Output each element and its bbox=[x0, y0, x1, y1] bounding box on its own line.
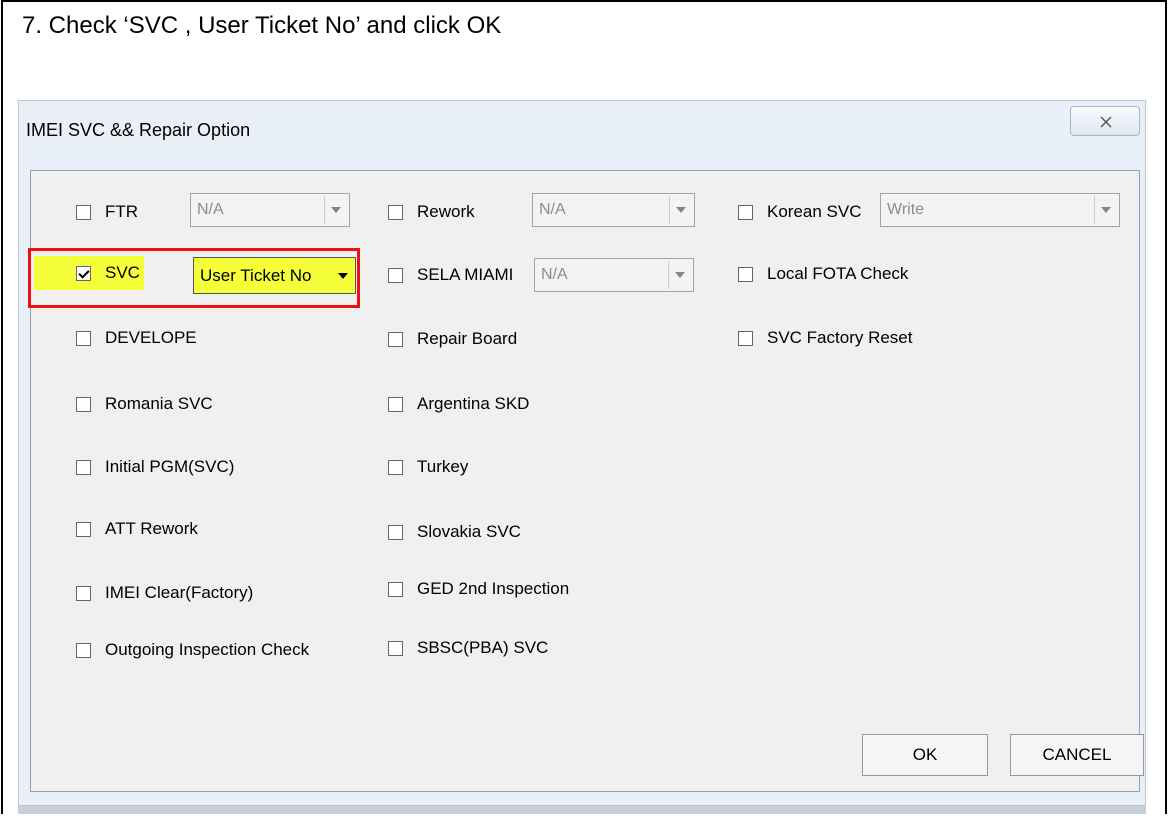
option-local-fota[interactable]: Local FOTA Check bbox=[738, 256, 908, 292]
sela-miami-combo[interactable]: N/A bbox=[534, 258, 694, 292]
option-sela-miami[interactable]: SELA MIAMI bbox=[388, 257, 513, 293]
ftr-combo-value: N/A bbox=[197, 201, 224, 218]
dialog-title: IMEI SVC && Repair Option bbox=[26, 120, 251, 140]
instruction-text: 7. Check ‘SVC , User Ticket No’ and clic… bbox=[22, 12, 502, 39]
option-develope[interactable]: DEVELOPE bbox=[76, 320, 197, 356]
sela-miami-label: SELA MIAMI bbox=[417, 265, 514, 284]
rework-combo-value: N/A bbox=[539, 201, 566, 218]
option-att-rework[interactable]: ATT Rework bbox=[76, 511, 198, 547]
outgoing-inspection-checkbox[interactable] bbox=[76, 642, 91, 658]
argentina-skd-label: Argentina SKD bbox=[417, 394, 530, 413]
turkey-label: Turkey bbox=[417, 457, 469, 476]
annotation-highlight-box bbox=[28, 248, 360, 308]
ok-button[interactable]: OK bbox=[862, 734, 988, 776]
korean-svc-combo[interactable]: Write bbox=[880, 193, 1120, 227]
local-fota-checkbox[interactable] bbox=[738, 266, 753, 282]
turkey-checkbox[interactable] bbox=[388, 459, 403, 475]
ged-inspection-label: GED 2nd Inspection bbox=[417, 579, 570, 598]
sbsc-svc-checkbox[interactable] bbox=[388, 640, 403, 656]
option-svc-factory-reset[interactable]: SVC Factory Reset bbox=[738, 320, 913, 356]
chevron-down-icon bbox=[669, 196, 692, 224]
repair-board-label: Repair Board bbox=[417, 329, 518, 348]
option-imei-clear[interactable]: IMEI Clear(Factory) bbox=[76, 575, 253, 611]
chevron-down-icon bbox=[1094, 196, 1117, 224]
romania-svc-checkbox[interactable] bbox=[76, 396, 91, 412]
close-button[interactable] bbox=[1070, 106, 1140, 136]
develope-checkbox[interactable] bbox=[76, 330, 91, 346]
slovakia-svc-label: Slovakia SVC bbox=[417, 522, 521, 541]
outgoing-inspection-label: Outgoing Inspection Check bbox=[105, 640, 310, 659]
sela-miami-combo-value: N/A bbox=[541, 266, 568, 283]
option-repair-board[interactable]: Repair Board bbox=[388, 321, 517, 357]
korean-svc-label: Korean SVC bbox=[767, 202, 862, 221]
att-rework-label: ATT Rework bbox=[105, 519, 198, 538]
close-icon bbox=[1100, 116, 1112, 128]
svc-factory-reset-label: SVC Factory Reset bbox=[767, 328, 913, 347]
initial-pgm-label: Initial PGM(SVC) bbox=[105, 457, 235, 476]
option-korean-svc[interactable]: Korean SVC bbox=[738, 194, 862, 230]
local-fota-label: Local FOTA Check bbox=[767, 264, 909, 283]
initial-pgm-checkbox[interactable] bbox=[76, 459, 91, 475]
rework-label: Rework bbox=[417, 202, 475, 221]
option-rework[interactable]: Rework bbox=[388, 194, 475, 230]
option-argentina-skd[interactable]: Argentina SKD bbox=[388, 386, 529, 422]
att-rework-checkbox[interactable] bbox=[76, 521, 91, 537]
background-window-strip bbox=[18, 806, 1146, 814]
chevron-down-icon bbox=[668, 261, 691, 289]
ftr-checkbox[interactable] bbox=[76, 204, 91, 220]
option-sbsc-svc[interactable]: SBSC(PBA) SVC bbox=[388, 630, 548, 666]
cancel-button[interactable]: CANCEL bbox=[1010, 734, 1144, 776]
ged-inspection-checkbox[interactable] bbox=[388, 581, 403, 597]
slovakia-svc-checkbox[interactable] bbox=[388, 524, 403, 540]
ftr-combo[interactable]: N/A bbox=[190, 193, 350, 227]
option-initial-pgm[interactable]: Initial PGM(SVC) bbox=[76, 449, 234, 485]
ftr-label: FTR bbox=[105, 202, 139, 221]
svc-factory-reset-checkbox[interactable] bbox=[738, 330, 753, 346]
argentina-skd-checkbox[interactable] bbox=[388, 396, 403, 412]
develope-label: DEVELOPE bbox=[105, 328, 197, 347]
chevron-down-icon bbox=[324, 196, 347, 224]
sbsc-svc-label: SBSC(PBA) SVC bbox=[417, 638, 549, 657]
option-ged-inspection[interactable]: GED 2nd Inspection bbox=[388, 571, 569, 607]
imei-clear-checkbox[interactable] bbox=[76, 585, 91, 601]
option-slovakia-svc[interactable]: Slovakia SVC bbox=[388, 514, 521, 550]
option-ftr[interactable]: FTR bbox=[76, 194, 138, 230]
option-turkey[interactable]: Turkey bbox=[388, 449, 468, 485]
rework-checkbox[interactable] bbox=[388, 204, 403, 220]
sela-miami-checkbox[interactable] bbox=[388, 267, 403, 283]
rework-combo[interactable]: N/A bbox=[532, 193, 695, 227]
option-outgoing-inspection[interactable]: Outgoing Inspection Check bbox=[76, 632, 309, 668]
romania-svc-label: Romania SVC bbox=[105, 394, 213, 413]
repair-board-checkbox[interactable] bbox=[388, 331, 403, 347]
option-romania-svc[interactable]: Romania SVC bbox=[76, 386, 213, 422]
korean-svc-checkbox[interactable] bbox=[738, 204, 753, 220]
korean-svc-combo-value: Write bbox=[887, 201, 925, 218]
imei-clear-label: IMEI Clear(Factory) bbox=[105, 583, 254, 602]
